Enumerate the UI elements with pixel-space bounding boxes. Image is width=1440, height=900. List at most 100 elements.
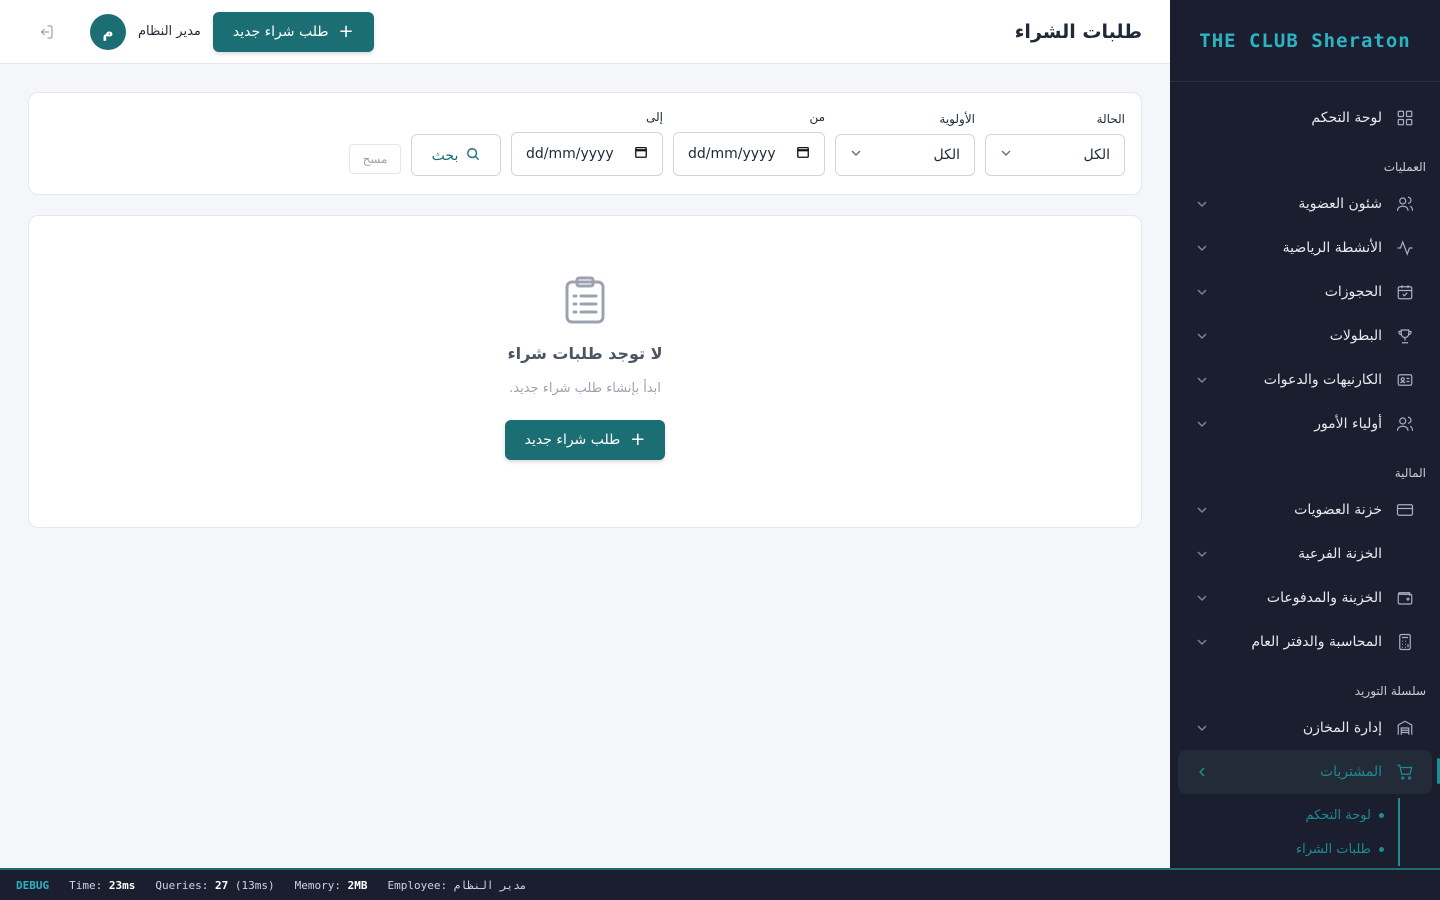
sidebar-item-guardians[interactable]: أولياء الأمور — [1178, 402, 1432, 446]
calendar-check-icon — [1394, 281, 1416, 303]
priority-value: الكل — [933, 147, 961, 163]
chevron-down-icon — [850, 147, 862, 163]
topbar-actions: + طلب شراء جديد مدير النظام م — [28, 11, 374, 52]
to-date-filter: إلى dd/mm/yyyy — [511, 110, 663, 176]
submenu-item-purchase-requests[interactable]: طلبات الشراء — [1170, 832, 1398, 866]
avatar[interactable]: م — [90, 13, 126, 50]
grid-icon — [1394, 107, 1416, 129]
priority-label: الأولوية — [939, 112, 975, 126]
sidebar-item-label: المشتريات — [1319, 764, 1382, 780]
sidebar-item-label: الكارنيهات والدعوات — [1263, 372, 1382, 388]
sidebar-item-sports[interactable]: الأنشطة الرياضية — [1178, 226, 1432, 270]
priority-filter: الأولوية الكل — [835, 112, 975, 176]
new-purchase-request-button[interactable]: + طلب شراء جديد — [212, 11, 374, 52]
section-title-finance: المالية — [1394, 466, 1426, 480]
sidebar-item-warehouses[interactable]: إدارة المخازن — [1178, 706, 1432, 750]
debug-time: Time: 23ms — [69, 878, 136, 892]
submenu-item-dashboard[interactable]: لوحة التحكم — [1170, 798, 1398, 832]
sidebar-item-purchases[interactable]: المشتريات — [1178, 750, 1440, 794]
search-button-label: بحث — [431, 146, 459, 163]
warehouse-icon — [1394, 717, 1416, 739]
debug-tag: DEBUG — [16, 878, 50, 892]
clear-button[interactable]: مسح — [349, 144, 401, 174]
sidebar-item-label: الخزنة الفرعية — [1298, 546, 1382, 562]
chevron-down-icon — [1194, 720, 1210, 736]
page-title: طلبات الشراء — [1014, 20, 1142, 43]
debug-queries: Queries: 27 (13ms) — [155, 878, 275, 892]
chevron-down-icon — [1194, 372, 1210, 388]
credit-card-icon — [1394, 499, 1416, 521]
section-title-supply-chain: سلسلة التوريد — [1354, 684, 1426, 698]
wallet-icon — [1394, 587, 1416, 609]
logout-icon[interactable] — [28, 14, 64, 50]
chevron-down-icon — [1000, 147, 1012, 163]
submenu-item-label: لوحة التحكم — [1305, 807, 1371, 823]
priority-select[interactable]: الكل — [835, 134, 975, 176]
from-date-filter: من dd/mm/yyyy — [673, 110, 825, 176]
blank-icon — [1394, 543, 1416, 565]
search-icon — [466, 147, 480, 164]
chevron-left-icon — [1194, 764, 1210, 780]
sidebar-item-label: المحاسبة والدفتر العام — [1251, 634, 1382, 650]
section-title-operations: العمليات — [1383, 160, 1426, 174]
search-button[interactable]: بحث — [411, 134, 501, 176]
users-icon — [1394, 413, 1416, 435]
calendar-icon[interactable] — [634, 145, 648, 163]
sidebar-item-payments[interactable]: الخزينة والمدفوعات — [1178, 576, 1432, 620]
topbar: طلبات الشراء + طلب شراء جديد مدير النظام… — [0, 0, 1170, 64]
content: الحالة الكل الأولوية الكل من dd/mm/yyyy — [0, 64, 1170, 556]
sidebar-item-label: أولياء الأمور — [1314, 416, 1382, 432]
sidebar-item-cards[interactable]: الكارنيهات والدعوات — [1178, 358, 1432, 402]
to-label: إلى — [646, 110, 663, 124]
activity-icon — [1394, 237, 1416, 259]
sidebar-item-label: الأنشطة الرياضية — [1282, 240, 1382, 256]
sidebar-item-label: البطولات — [1329, 328, 1382, 344]
clipboard-list-icon — [563, 276, 607, 324]
sidebar-item-label: الحجوزات — [1324, 284, 1382, 300]
chevron-down-icon — [1194, 284, 1210, 300]
chevron-down-icon — [1194, 634, 1210, 650]
bullet-icon — [1379, 812, 1384, 818]
chevron-down-icon — [1194, 196, 1210, 212]
trophy-icon — [1394, 325, 1416, 347]
debug-memory: Memory: 2MB — [294, 878, 368, 892]
sidebar-item-label: إدارة المخازن — [1302, 720, 1382, 736]
status-filter: الحالة الكل — [985, 112, 1125, 176]
sidebar-item-label: لوحة التحكم — [1311, 110, 1382, 126]
calculator-icon — [1394, 631, 1416, 653]
sidebar-item-membership[interactable]: شئون العضوية — [1178, 182, 1432, 226]
debug-bar: DEBUG Time: 23ms Queries: 27 (13ms) Memo… — [0, 868, 1440, 900]
from-date-input[interactable]: dd/mm/yyyy — [673, 132, 825, 176]
sidebar-item-tournaments[interactable]: البطولات — [1178, 314, 1432, 358]
status-label: الحالة — [1096, 112, 1125, 126]
sidebar-item-label: الخزينة والمدفوعات — [1266, 590, 1382, 606]
sidebar-item-sub-treasury[interactable]: الخزنة الفرعية — [1178, 532, 1432, 576]
chevron-down-icon — [1194, 416, 1210, 432]
sidebar-item-bookings[interactable]: الحجوزات — [1178, 270, 1432, 314]
users-icon — [1394, 193, 1416, 215]
sidebar: THE CLUB Sheraton لوحة التحكم العمليات ش… — [1170, 0, 1440, 868]
sidebar-item-dashboard[interactable]: لوحة التحكم — [1178, 96, 1432, 140]
chevron-down-icon — [1194, 240, 1210, 256]
create-purchase-request-label: طلب شراء جديد — [524, 432, 621, 448]
to-date-input[interactable]: dd/mm/yyyy — [511, 132, 663, 176]
calendar-icon[interactable] — [796, 145, 810, 163]
submenu-item-label: طلبات الشراء — [1296, 841, 1371, 857]
create-purchase-request-button[interactable]: + طلب شراء جديد — [504, 420, 666, 460]
bullet-icon — [1379, 846, 1384, 852]
main-area: طلبات الشراء + طلب شراء جديد مدير النظام… — [0, 0, 1170, 868]
empty-title: لا توجد طلبات شراء — [507, 344, 663, 363]
chevron-down-icon — [1194, 328, 1210, 344]
id-card-icon — [1394, 369, 1416, 391]
sidebar-item-accounting[interactable]: المحاسبة والدفتر العام — [1178, 620, 1432, 664]
sidebar-item-membership-treasury[interactable]: خزنة العضويات — [1178, 488, 1432, 532]
plus-icon: + — [630, 429, 646, 450]
debug-employee: Employee: مدير النظام — [387, 878, 527, 892]
chevron-down-icon — [1194, 502, 1210, 518]
status-select[interactable]: الكل — [985, 134, 1125, 176]
purchases-submenu: لوحة التحكم طلبات الشراء — [1170, 798, 1400, 866]
sidebar-item-label: شئون العضوية — [1298, 196, 1382, 212]
plus-icon: + — [338, 20, 354, 42]
empty-state: لا توجد طلبات شراء ابدأ بإنشاء طلب شراء … — [28, 215, 1142, 528]
to-date-placeholder: dd/mm/yyyy — [526, 146, 614, 162]
